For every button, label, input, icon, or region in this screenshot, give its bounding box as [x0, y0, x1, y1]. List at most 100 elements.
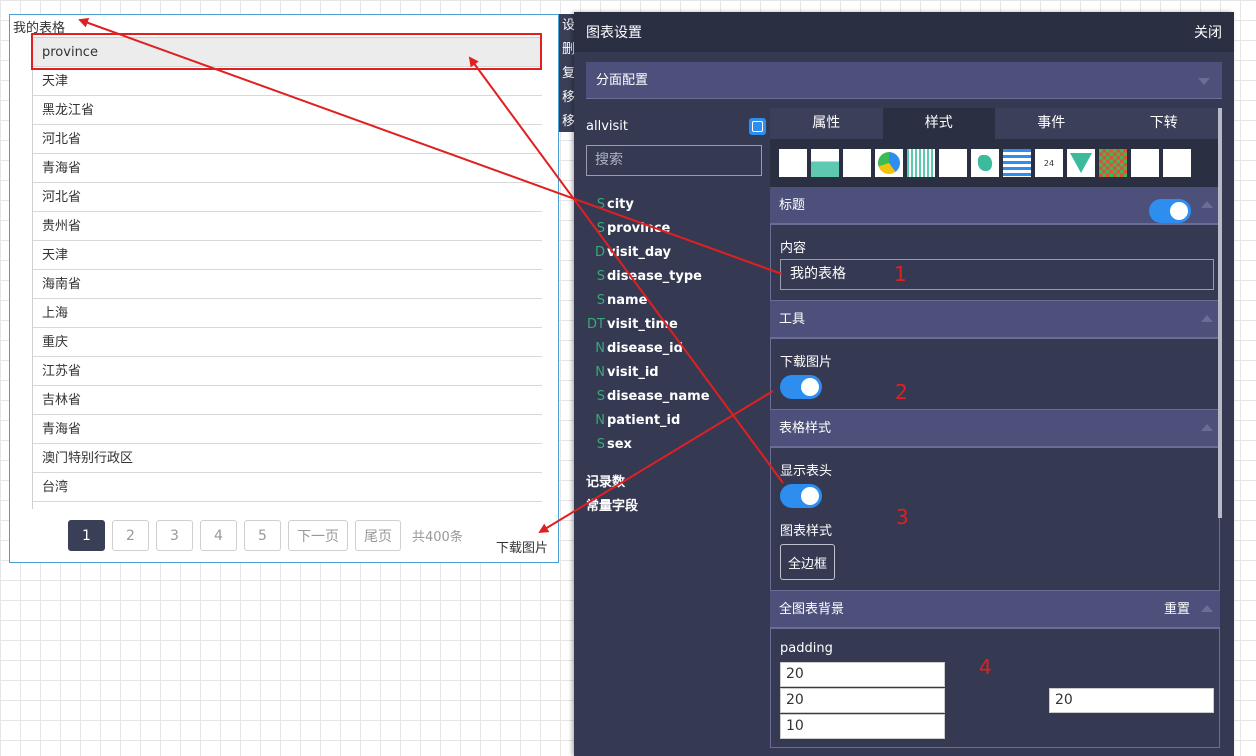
- table-row: 天津: [33, 67, 542, 96]
- tree-chart-icon[interactable]: [1131, 149, 1159, 177]
- field-item[interactable]: Sname: [586, 289, 766, 313]
- facet-config-label: 分面配置: [596, 73, 649, 88]
- download-image-link[interactable]: 下载图片: [496, 537, 548, 556]
- table-row: 河北省: [33, 125, 542, 154]
- horizontal-bar-icon[interactable]: [1003, 149, 1031, 177]
- panel-header: 图表设置 关闭: [574, 12, 1234, 52]
- download-image-label: 下载图片: [780, 355, 833, 370]
- data-table: province 天津 黑龙江省 河北省 青海省 河北省 贵州省 天津 海南省 …: [32, 37, 542, 509]
- table-row: 澳门特别行政区: [33, 444, 542, 473]
- number-card-icon[interactable]: 24: [1035, 149, 1063, 177]
- pivot-table-icon[interactable]: [1163, 149, 1191, 177]
- pagination: 1 2 3 4 5 下一页 尾页 共400条: [68, 520, 463, 551]
- annotation-2: 2: [895, 380, 908, 404]
- field-list-panel: allvisit 搜索 Scity Sprovince Dvisit_day S…: [586, 112, 766, 519]
- context-menu-item[interactable]: 移: [559, 86, 575, 110]
- extra-fields: 记录数 常量字段: [586, 471, 766, 519]
- full-border-button[interactable]: 全边框: [780, 544, 835, 580]
- padding-bottom-input[interactable]: 10: [780, 714, 945, 739]
- context-menu-item[interactable]: 复: [559, 62, 575, 86]
- table-row: 青海省: [33, 154, 542, 183]
- background-config: padding 20 20 10 20: [770, 628, 1220, 748]
- tab-style[interactable]: 样式: [882, 108, 995, 139]
- section-table-style[interactable]: 表格样式: [770, 410, 1220, 447]
- geo-chart-icon[interactable]: [971, 149, 999, 177]
- panel-scrollbar[interactable]: [1218, 108, 1222, 518]
- field-search-input[interactable]: 搜索: [586, 145, 762, 176]
- title-config: 内容 我的表格: [770, 224, 1220, 301]
- section-background[interactable]: 全图表背景 重置: [770, 591, 1220, 628]
- tab-events[interactable]: 事件: [995, 108, 1108, 139]
- heatmap-chart-icon[interactable]: [1099, 149, 1127, 177]
- table-row: 贵州省: [33, 212, 542, 241]
- chart-type-picker: 24: [770, 139, 1220, 187]
- field-item[interactable]: Dvisit_day: [586, 241, 766, 265]
- table-row: 河北省: [33, 183, 542, 212]
- next-page-button[interactable]: 下一页: [288, 520, 348, 551]
- chevron-up-icon: [1201, 201, 1213, 208]
- title-toggle[interactable]: [1149, 199, 1191, 223]
- field-item[interactable]: Sdisease_type: [586, 265, 766, 289]
- facet-config-section[interactable]: 分面配置: [586, 62, 1222, 99]
- dataset-header: allvisit: [586, 112, 766, 140]
- table-chart-icon[interactable]: [779, 149, 807, 177]
- page-2-button[interactable]: 2: [112, 520, 149, 551]
- field-item[interactable]: Npatient_id: [586, 409, 766, 433]
- context-menu-item[interactable]: 设: [559, 14, 575, 38]
- field-item[interactable]: Nvisit_id: [586, 361, 766, 385]
- area-chart-icon[interactable]: [811, 149, 839, 177]
- table-style-config: 显示表头 图表样式 全边框: [770, 447, 1220, 591]
- record-count-field[interactable]: 记录数: [586, 471, 766, 495]
- padding-right-input[interactable]: 20: [1049, 688, 1214, 713]
- field-item[interactable]: Sdisease_name: [586, 385, 766, 409]
- bar-chart-icon[interactable]: [907, 149, 935, 177]
- total-count: 共400条: [412, 530, 463, 545]
- context-menu-item[interactable]: 删: [559, 38, 575, 62]
- dataset-name: allvisit: [586, 118, 628, 134]
- last-page-button[interactable]: 尾页: [355, 520, 401, 551]
- copy-icon[interactable]: [749, 117, 766, 135]
- map-chart-icon[interactable]: [939, 149, 967, 177]
- table-row: 青海省: [33, 415, 542, 444]
- chevron-down-icon: [1198, 78, 1210, 85]
- tab-properties[interactable]: 属性: [770, 108, 883, 139]
- table-row: 台湾: [33, 473, 542, 502]
- table-row: 上海: [33, 299, 542, 328]
- page-1-button[interactable]: 1: [68, 520, 105, 551]
- table-row: 重庆: [33, 328, 542, 357]
- field-item[interactable]: Scity: [586, 193, 766, 217]
- padding-top-input[interactable]: 20: [780, 662, 945, 687]
- constant-field[interactable]: 常量字段: [586, 495, 766, 519]
- annotation-3: 3: [896, 505, 909, 529]
- field-list: Scity Sprovince Dvisit_day Sdisease_type…: [586, 193, 766, 457]
- reset-button[interactable]: 重置: [1164, 591, 1190, 628]
- page-3-button[interactable]: 3: [156, 520, 193, 551]
- pie-chart-icon[interactable]: [875, 149, 903, 177]
- table-widget: 我的表格 province 天津 黑龙江省 河北省 青海省 河北省 贵州省 天津…: [9, 14, 559, 563]
- blank-chart-icon[interactable]: [843, 149, 871, 177]
- padding-left-input[interactable]: 20: [780, 688, 945, 713]
- title-content-input[interactable]: 我的表格: [780, 259, 1214, 290]
- field-item[interactable]: DT visit_time: [586, 313, 766, 337]
- chevron-up-icon: [1201, 424, 1213, 431]
- table-row: 吉林省: [33, 386, 542, 415]
- download-image-toggle[interactable]: [780, 375, 822, 399]
- table-row: 天津: [33, 241, 542, 270]
- chevron-up-icon: [1201, 315, 1213, 322]
- tab-drilldown[interactable]: 下转: [1107, 108, 1220, 139]
- section-tools[interactable]: 工具: [770, 301, 1220, 338]
- annotation-4: 4: [979, 655, 992, 679]
- show-header-toggle[interactable]: [780, 484, 822, 508]
- field-item[interactable]: Ndisease_id: [586, 337, 766, 361]
- field-item[interactable]: Ssex: [586, 433, 766, 457]
- close-button[interactable]: 关闭: [1194, 22, 1222, 42]
- context-menu-item[interactable]: 移: [559, 110, 575, 134]
- context-menu: 设 删 复 移 移: [559, 14, 575, 132]
- field-item[interactable]: Sprovince: [586, 217, 766, 241]
- page-5-button[interactable]: 5: [244, 520, 281, 551]
- section-title[interactable]: 标题: [770, 187, 1220, 224]
- content-label: 内容: [780, 241, 807, 256]
- page-4-button[interactable]: 4: [200, 520, 237, 551]
- funnel-chart-icon[interactable]: [1067, 149, 1095, 177]
- padding-label: padding: [780, 641, 833, 656]
